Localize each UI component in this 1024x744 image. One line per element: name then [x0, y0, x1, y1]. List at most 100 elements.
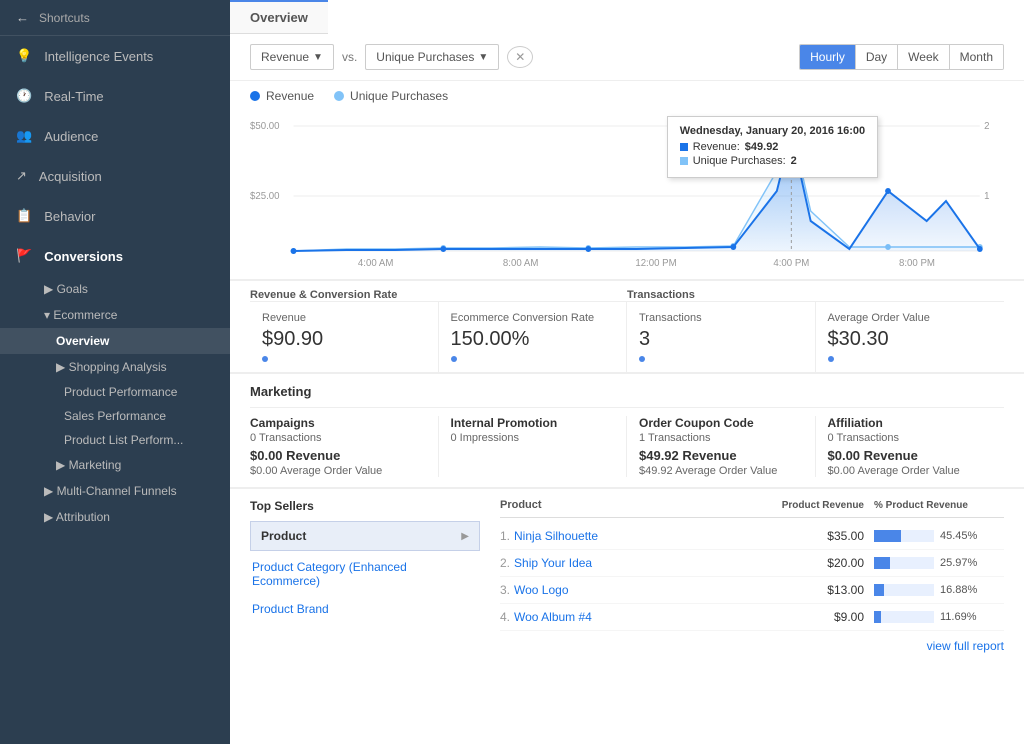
stat-revenue-label: Revenue: [262, 312, 426, 324]
time-week-button[interactable]: Week: [898, 45, 949, 69]
stats-grid: Revenue $90.90 Ecommerce Conversion Rate…: [250, 301, 1004, 372]
sidebar-sub-marketing[interactable]: ▶ Marketing: [0, 452, 230, 478]
mkt-coupon: Order Coupon Code 1 Transactions $49.92 …: [627, 416, 816, 477]
time-hourly-button[interactable]: Hourly: [800, 45, 856, 69]
table-row: 4.Woo Album #4 $9.00 11.69%: [500, 604, 1004, 631]
svg-text:$50.00: $50.00: [250, 121, 280, 132]
shortcuts-item[interactable]: ← Shortcuts: [0, 0, 230, 36]
sidebar-sub-product-list[interactable]: Product List Perform...: [0, 428, 230, 452]
stat-avg-value: $30.30: [828, 328, 993, 351]
revenue-cell-1: $35.00: [774, 529, 874, 543]
chevron-down-icon: ▼: [313, 52, 323, 63]
mkt-coupon-val2: $49.92 Average Order Value: [639, 465, 803, 477]
bar-fill-4: [874, 611, 881, 623]
svg-text:8:00 PM: 8:00 PM: [899, 258, 935, 269]
product-link-1[interactable]: Ninja Silhouette: [514, 529, 598, 543]
mkt-campaigns-label: Campaigns: [250, 416, 426, 430]
pct-2: 25.97%: [940, 557, 977, 569]
stat-transactions-value: 3: [639, 328, 803, 351]
svg-text:1: 1: [984, 191, 989, 202]
tooltip-purchases: Unique Purchases: 2: [680, 155, 865, 167]
sidebar-item-realtime[interactable]: 🕐 Real-Time: [0, 76, 230, 116]
marketing-title: Marketing: [250, 384, 1004, 399]
chart-tooltip: Wednesday, January 20, 2016 16:00 Revenu…: [667, 116, 878, 178]
stat-avg-order: Average Order Value $30.30: [816, 302, 1005, 372]
time-day-button[interactable]: Day: [856, 45, 898, 69]
metric1-dropdown[interactable]: Revenue ▼: [250, 44, 334, 70]
chevron-right-icon: ▶: [461, 531, 469, 542]
vs-label: vs.: [342, 50, 357, 64]
stat-transactions-dot: [639, 356, 645, 362]
metric2-dropdown[interactable]: Unique Purchases ▼: [365, 44, 499, 70]
legend-purchases: Unique Purchases: [334, 89, 448, 103]
product-link-3[interactable]: Woo Logo: [514, 583, 569, 597]
sidebar-sub-ecommerce[interactable]: ▾ Ecommerce: [0, 302, 230, 328]
product-link-2[interactable]: Ship Your Idea: [514, 556, 592, 570]
top-sellers: Top Sellers Product ▶ Product Category (…: [250, 499, 480, 661]
stats-section-titles: Revenue & Conversion Rate Transactions: [230, 279, 1024, 301]
mkt-coupon-val1: $49.92 Revenue: [639, 448, 803, 463]
pct-3: 16.88%: [940, 584, 977, 596]
bar-bg-2: [874, 557, 934, 569]
stat-conversion-label: Ecommerce Conversion Rate: [451, 312, 615, 324]
sidebar-item-audience[interactable]: 👥 Audience: [0, 116, 230, 156]
stat-conversion-rate: Ecommerce Conversion Rate 150.00%: [439, 302, 628, 372]
mkt-affiliation-sub: 0 Transactions: [828, 432, 993, 444]
sidebar-item-intelligence[interactable]: 💡 Intelligence Events: [0, 36, 230, 76]
stat-revenue: Revenue $90.90: [250, 302, 439, 372]
mkt-campaigns: Campaigns 0 Transactions $0.00 Revenue $…: [250, 416, 439, 477]
mkt-affiliation-label: Affiliation: [828, 416, 993, 430]
seller-link-brand[interactable]: Product Brand: [250, 595, 480, 623]
sidebar-sub-goals[interactable]: ▶ Goals: [0, 276, 230, 302]
mkt-affiliation-val1: $0.00 Revenue: [828, 448, 993, 463]
table-row: 3.Woo Logo $13.00 16.88%: [500, 577, 1004, 604]
table-row: 2.Ship Your Idea $20.00 25.97%: [500, 550, 1004, 577]
sidebar-sub-sales-perf[interactable]: Sales Performance: [0, 404, 230, 428]
seller-link-category[interactable]: Product Category (Enhanced Ecommerce): [250, 553, 480, 595]
chart-legend: Revenue Unique Purchases: [230, 81, 1024, 111]
sidebar-item-conversions[interactable]: 🚩 Conversions: [0, 236, 230, 276]
sidebar-sub-attribution[interactable]: ▶ Attribution: [0, 504, 230, 530]
main-chart: $50.00 $25.00 2 1: [250, 111, 1004, 271]
bar-fill-3: [874, 584, 884, 596]
sidebar-item-behavior[interactable]: 📋 Behavior: [0, 196, 230, 236]
sidebar-sub-multi[interactable]: ▶ Multi-Channel Funnels: [0, 478, 230, 504]
marketing-grid: Campaigns 0 Transactions $0.00 Revenue $…: [250, 407, 1004, 477]
mkt-campaigns-val1: $0.00 Revenue: [250, 448, 426, 463]
time-month-button[interactable]: Month: [950, 45, 1003, 69]
svg-text:12:00 PM: 12:00 PM: [635, 258, 676, 269]
svg-text:8:00 AM: 8:00 AM: [503, 258, 538, 269]
table-row: 1.Ninja Silhouette $35.00 45.45%: [500, 523, 1004, 550]
bar-fill-1: [874, 530, 901, 542]
svg-text:4:00 PM: 4:00 PM: [773, 258, 809, 269]
seller-item-product[interactable]: Product ▶: [250, 521, 480, 551]
sidebar-sub-overview[interactable]: Overview: [0, 328, 230, 354]
sidebar: ← Shortcuts 💡 Intelligence Events 🕐 Real…: [0, 0, 230, 744]
bar-bg-3: [874, 584, 934, 596]
mkt-affiliation-val2: $0.00 Average Order Value: [828, 465, 993, 477]
tooltip-title: Wednesday, January 20, 2016 16:00: [680, 125, 865, 137]
table-header: Product Product Revenue % Product Revenu…: [500, 499, 1004, 518]
pct-1: 45.45%: [940, 530, 977, 542]
behavior-icon: 📋: [16, 208, 32, 224]
sidebar-sub-shopping[interactable]: ▶ Shopping Analysis: [0, 354, 230, 380]
mkt-coupon-sub: 1 Transactions: [639, 432, 803, 444]
intelligence-icon: 💡: [16, 48, 32, 64]
mkt-internal-sub: 0 Impressions: [451, 432, 615, 444]
mkt-internal-label: Internal Promotion: [451, 416, 615, 430]
mkt-campaigns-val2: $0.00 Average Order Value: [250, 465, 426, 477]
bar-cell-2: 25.97%: [874, 557, 1004, 569]
clear-button[interactable]: ✕: [507, 46, 533, 68]
marketing-section: Marketing Campaigns 0 Transactions $0.00…: [230, 372, 1024, 487]
pct-4: 11.69%: [940, 611, 977, 623]
sidebar-item-acquisition[interactable]: ↗ Acquisition: [0, 156, 230, 196]
stat-conversion-dot: [451, 356, 457, 362]
stat-avg-label: Average Order Value: [828, 312, 993, 324]
product-link-4[interactable]: Woo Album #4: [514, 610, 592, 624]
view-full-report[interactable]: view full report: [500, 631, 1004, 661]
stat-transactions-label: Transactions: [639, 312, 803, 324]
chart-area: $50.00 $25.00 2 1: [230, 111, 1024, 279]
legend-revenue: Revenue: [250, 89, 314, 103]
overview-tab[interactable]: Overview: [230, 0, 328, 34]
sidebar-sub-product-perf[interactable]: Product Performance: [0, 380, 230, 404]
